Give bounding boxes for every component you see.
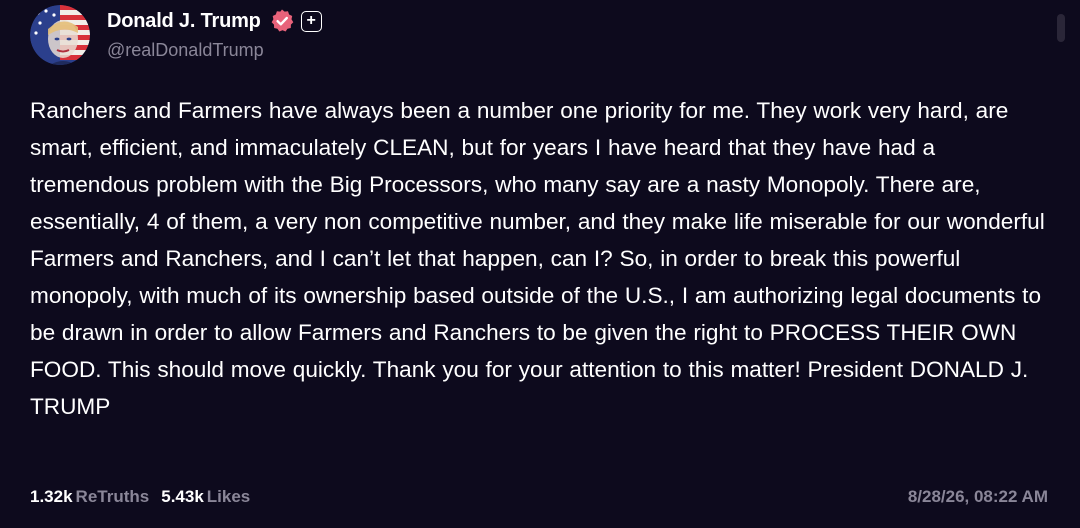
author-display-name[interactable]: Donald J. Trump (107, 10, 261, 33)
post-body: Ranchers and Farmers have always been a … (30, 98, 1045, 419)
post-timestamp[interactable]: 8/28/26, 08:22 AM (908, 487, 1048, 507)
retruths-stat[interactable]: 1.32k ReTruths (30, 487, 149, 507)
avatar[interactable] (30, 5, 90, 65)
scrollbar-thumb[interactable] (1057, 14, 1065, 42)
verified-badge-icon (269, 8, 295, 34)
follow-plus-button[interactable]: + (300, 10, 322, 32)
retruths-label: ReTruths (75, 487, 150, 506)
likes-stat[interactable]: 5.43k Likes (161, 487, 250, 507)
author-handle[interactable]: @realDonaldTrump (107, 40, 264, 61)
author-row: Donald J. Trump + (107, 8, 322, 34)
likes-count: 5.43k (161, 487, 204, 506)
truth-post: Donald J. Trump + @realDonaldTrump Ranch… (0, 0, 1080, 528)
flag-portrait-avatar-icon (30, 5, 90, 65)
retruths-count: 1.32k (30, 487, 73, 506)
likes-label: Likes (206, 487, 251, 506)
post-stats: 1.32k ReTruths 5.43k Likes (30, 487, 250, 507)
